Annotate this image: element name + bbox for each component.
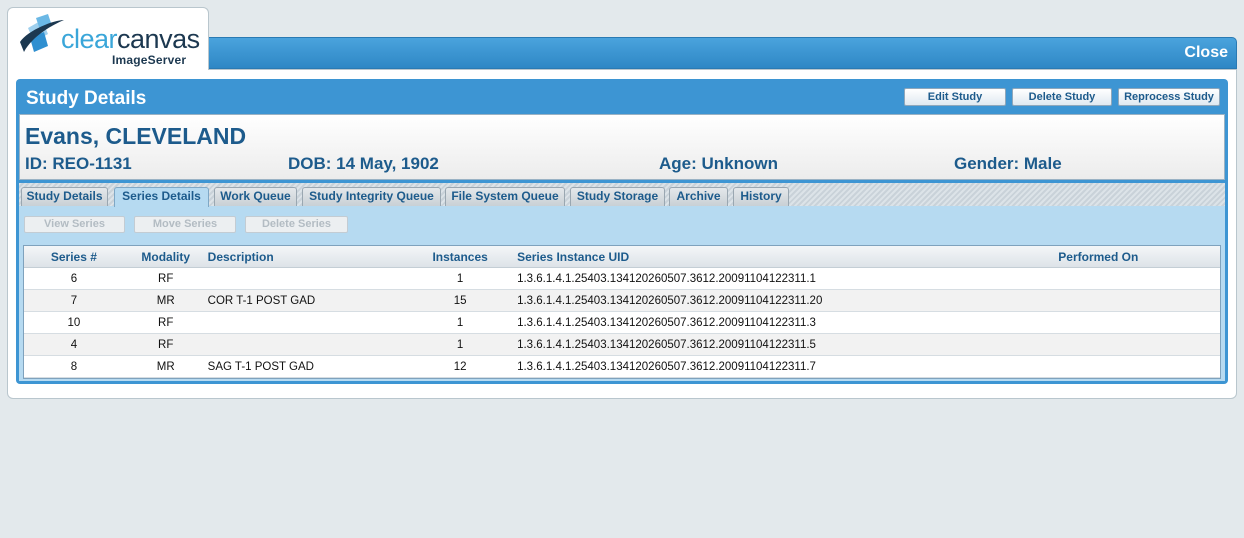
cell-series: 7 [24,289,124,312]
patient-gender: Gender: Male [954,154,1062,173]
edit-study-button[interactable]: Edit Study [904,88,1006,106]
cell-performed-on [1058,267,1220,290]
tab-history[interactable]: History [733,187,789,206]
view-series-button[interactable]: View Series [24,216,125,233]
cell-series: 6 [24,267,124,290]
cell-description: SAG T-1 POST GAD [207,355,422,378]
tab-strip: Study Details Series Details Work Queue … [19,183,1225,207]
tab-study-integrity-queue[interactable]: Study Integrity Queue [302,187,441,206]
column-header-performed-on[interactable]: Performed On [1058,246,1220,268]
cell-modality: RF [123,267,208,290]
cell-performed-on [1058,289,1220,312]
clearcanvas-logo-icon [20,14,64,52]
cell-instances: 1 [421,333,500,356]
panel-title: Study Details [26,88,147,109]
cell-instances: 12 [421,355,500,378]
tab-work-queue[interactable]: Work Queue [214,187,297,206]
table-row[interactable]: 8 MR SAG T-1 POST GAD 12 1.3.6.1.4.1.254… [24,355,1220,378]
cell-uid: 1.3.6.1.4.1.25403.134120260507.3612.2009… [499,355,1059,378]
patient-age: Age: Unknown [659,154,778,173]
tab-series-details[interactable]: Series Details [114,187,209,207]
column-header-series[interactable]: Series # [24,246,124,268]
cell-instances: 1 [421,267,500,290]
column-header-uid[interactable]: Series Instance UID [499,246,1059,268]
cell-series: 4 [24,333,124,356]
patient-name: Evans, CLEVELAND [25,123,247,149]
cell-instances: 15 [421,289,500,312]
tab-area: Study Details Series Details Work Queue … [19,183,1225,381]
delete-study-button[interactable]: Delete Study [1012,88,1112,106]
reprocess-study-button[interactable]: Reprocess Study [1118,88,1220,106]
cell-uid: 1.3.6.1.4.1.25403.134120260507.3612.2009… [499,289,1059,312]
patient-id: ID: REO-1131 [25,154,132,173]
cell-series: 10 [24,311,124,334]
tab-study-details[interactable]: Study Details [21,187,108,206]
delete-series-button[interactable]: Delete Series [245,216,348,233]
cell-modality: MR [123,355,208,378]
cell-uid: 1.3.6.1.4.1.25403.134120260507.3612.2009… [499,333,1059,356]
cell-performed-on [1058,355,1220,378]
tab-archive[interactable]: Archive [669,187,728,206]
cell-description [207,267,422,290]
table-row[interactable]: 4 RF 1 1.3.6.1.4.1.25403.134120260507.36… [24,333,1220,356]
tab-study-storage[interactable]: Study Storage [570,187,665,206]
cell-uid: 1.3.6.1.4.1.25403.134120260507.3612.2009… [499,311,1059,334]
series-table: Series # Modality Description Instances … [23,245,1221,379]
cell-uid: 1.3.6.1.4.1.25403.134120260507.3612.2009… [499,267,1059,290]
close-link[interactable]: Close [1184,44,1228,62]
table-row[interactable]: 6 RF 1 1.3.6.1.4.1.25403.134120260507.36… [24,267,1220,290]
move-series-button[interactable]: Move Series [134,216,236,233]
cell-modality: RF [123,333,208,356]
cell-performed-on [1058,311,1220,334]
cell-instances: 1 [421,311,500,334]
column-header-description[interactable]: Description [207,246,422,268]
cell-description: COR T-1 POST GAD [207,289,422,312]
column-header-instances[interactable]: Instances [421,246,500,268]
table-row[interactable]: 10 RF 1 1.3.6.1.4.1.25403.134120260507.3… [24,311,1220,334]
brand-subtitle: ImageServer [112,53,187,67]
top-header-bar: Close [207,37,1237,69]
cell-performed-on [1058,333,1220,356]
cell-series: 8 [24,355,124,378]
cell-description [207,311,422,334]
brand-name: clearcanvas [61,25,200,53]
table-header-row: Series # Modality Description Instances … [24,246,1220,268]
logo-tab: clearcanvas ImageServer [7,7,209,70]
cell-modality: MR [123,289,208,312]
cell-description [207,333,422,356]
tab-file-system-queue[interactable]: File System Queue [445,187,565,206]
patient-dob: DOB: 14 May, 1902 [288,154,439,173]
column-header-modality[interactable]: Modality [123,246,208,268]
cell-modality: RF [123,311,208,334]
brand-part-canvas: canvas [117,24,200,54]
table-row[interactable]: 7 MR COR T-1 POST GAD 15 1.3.6.1.4.1.254… [24,289,1220,312]
patient-summary: Evans, CLEVELAND ID: REO-1131 DOB: 14 Ma… [19,114,1225,180]
brand-part-clear: clear [61,24,118,54]
